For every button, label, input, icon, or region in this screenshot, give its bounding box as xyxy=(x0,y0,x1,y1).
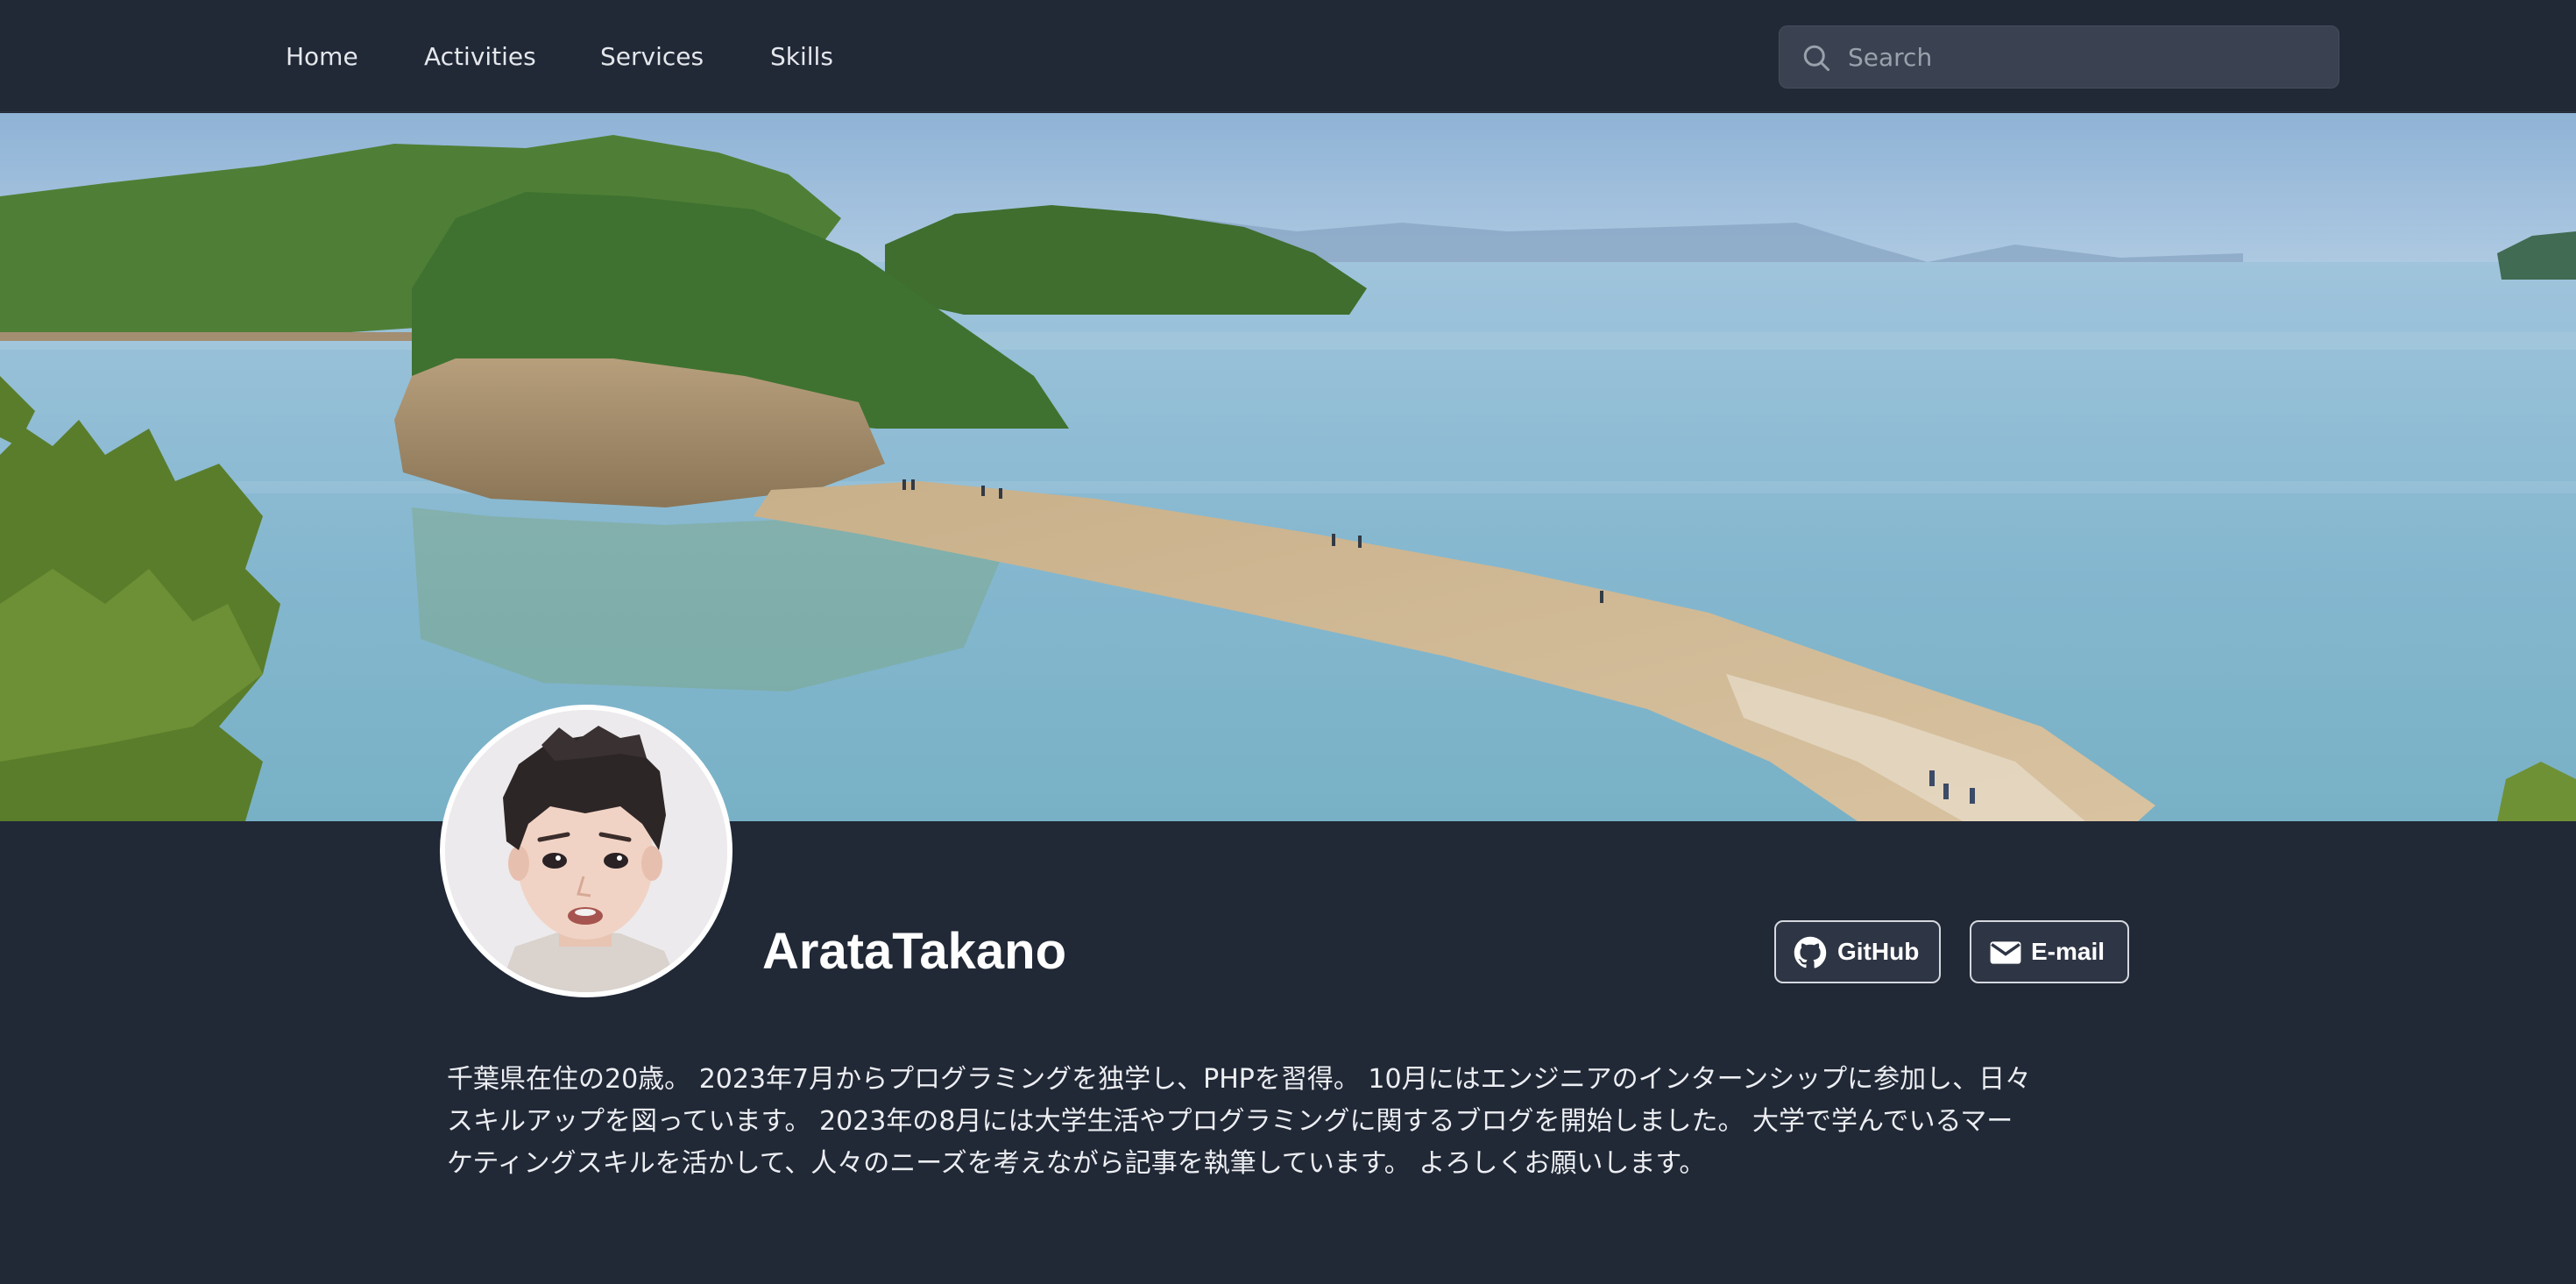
search-icon xyxy=(1801,42,1832,74)
email-button[interactable]: E-mail xyxy=(1970,920,2129,983)
github-button-label: GitHub xyxy=(1837,938,1920,965)
search-box[interactable] xyxy=(1779,25,2339,89)
nav-home-link[interactable]: Home xyxy=(286,39,358,75)
cover-image xyxy=(0,113,2576,821)
profile-bio: 千葉県在住の20歳。 2023年7月からプログラミングを独学し、PHPを習得。 … xyxy=(447,1064,2032,1179)
github-icon xyxy=(1794,936,1827,969)
profile-name: ArataTakano xyxy=(762,923,1067,980)
mail-icon xyxy=(1989,936,2022,969)
github-button[interactable]: GitHub xyxy=(1774,920,1941,983)
top-navbar: Home Activities Services Skills xyxy=(0,0,2576,112)
avatar xyxy=(440,705,732,997)
profile-page: Home Activities Services Skills Search A… xyxy=(0,0,2576,1284)
nav-services-link[interactable]: Services xyxy=(600,39,704,75)
search-input[interactable] xyxy=(1848,26,2321,88)
nav-skills-link[interactable]: Skills xyxy=(770,39,833,75)
email-button-label: E-mail xyxy=(2031,938,2105,965)
nav-activities-link[interactable]: Activities xyxy=(424,39,536,75)
